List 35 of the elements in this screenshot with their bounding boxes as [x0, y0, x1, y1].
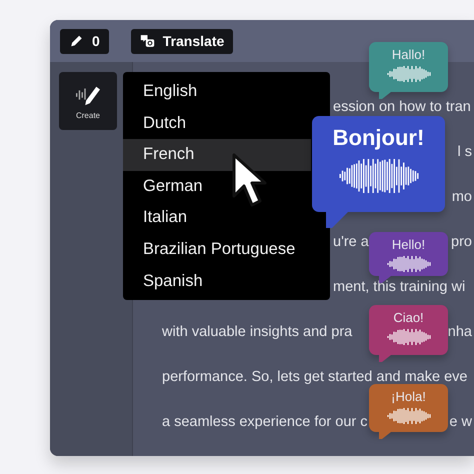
waveform-icon [386, 66, 430, 82]
menu-item[interactable]: Spanish [123, 266, 311, 298]
waveform-icon [386, 329, 430, 345]
script-text: l s [458, 143, 472, 161]
script-text: nha [448, 323, 472, 341]
pencil-icon [69, 34, 84, 48]
waveform-icon [386, 408, 430, 424]
waveform-icon [386, 256, 430, 272]
cursor-icon [231, 152, 267, 208]
edit-button[interactable]: 0 [60, 28, 109, 54]
translate-button[interactable]: Translate [130, 28, 234, 54]
bubble-text: ¡Hola! [391, 389, 426, 404]
script-text: performance. So, lets get started and make eve [162, 368, 468, 386]
bubble-text: Ciao! [393, 310, 424, 325]
create-tool[interactable]: Create [59, 72, 117, 130]
script-text: pro [451, 233, 472, 251]
menu-item[interactable]: Dutch [123, 108, 311, 140]
bubble-text: Hello! [392, 237, 426, 252]
bubble-text: Hallo! [392, 47, 426, 62]
script-text: ession on how to tran [333, 98, 471, 116]
menu-item[interactable]: German [123, 170, 311, 202]
create-label: Create [76, 110, 100, 120]
menu-item[interactable]: Italian [123, 202, 311, 234]
bubble-text: Bonjour! [332, 125, 424, 151]
script-text: with valuable insights and pra [162, 323, 352, 341]
script-text: mo [452, 188, 472, 206]
script-text: u're a [333, 233, 369, 251]
script-text: a seamless experience for our c [162, 413, 368, 431]
menu-item[interactable]: English [123, 76, 311, 108]
script-text: e w [449, 413, 472, 431]
translate-icon [140, 34, 155, 48]
menu-item[interactable]: Brazilian Portuguese [123, 234, 311, 266]
script-text: ment, this training wi [333, 278, 466, 296]
waveform-icon [338, 159, 418, 193]
menu-item[interactable]: French [123, 139, 311, 171]
